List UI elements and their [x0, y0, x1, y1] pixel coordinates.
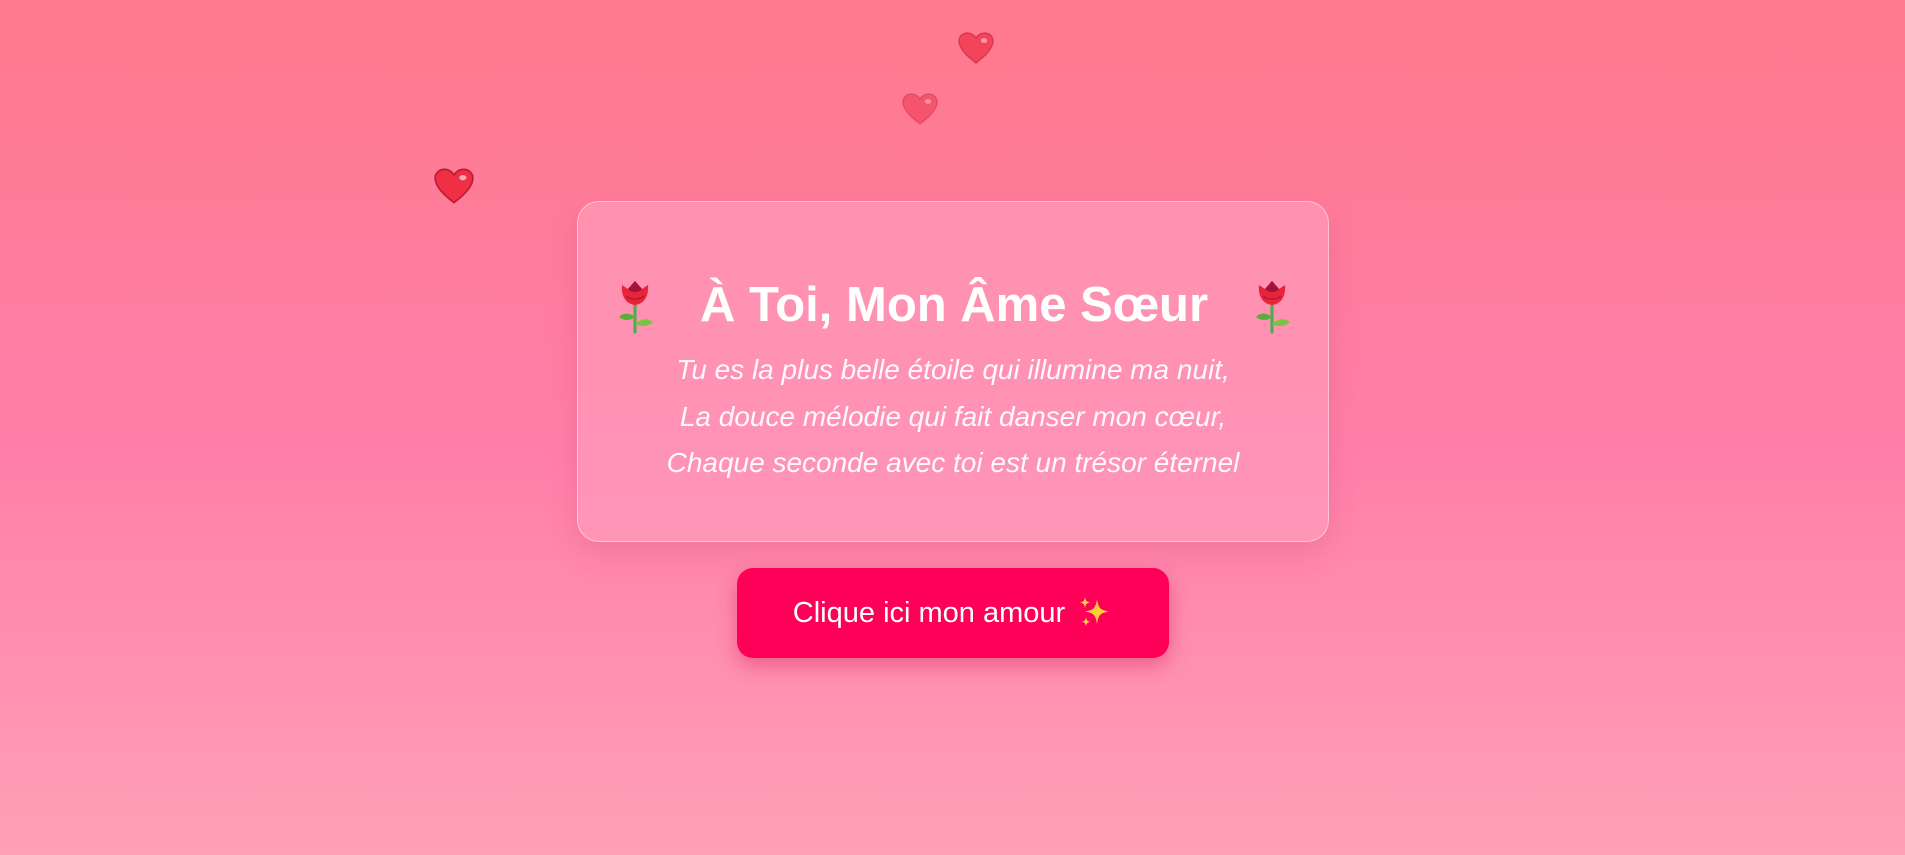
love-message-card: À Toi, Mon Âme Sœur Tu es la plus belle … [577, 201, 1329, 542]
card-title-row: À Toi, Mon Âme Sœur [578, 270, 1328, 340]
rose-icon [615, 276, 655, 336]
floating-heart-icon [958, 32, 994, 64]
sparkles-icon [1077, 595, 1113, 631]
floating-heart-icon [434, 168, 474, 204]
love-button-label: Clique ici mon amour [792, 596, 1066, 629]
floating-heart-icon [902, 93, 938, 125]
poem-line: Chaque seconde avec toi est un trésor ét… [666, 447, 1240, 478]
poem: Tu es la plus belle étoile qui illumine … [578, 347, 1328, 487]
poem-line: La douce mélodie qui fait danser mon cœu… [679, 400, 1227, 432]
love-button[interactable]: Clique ici mon amour [737, 568, 1169, 658]
card-title: À Toi, Mon Âme Sœur [699, 278, 1209, 332]
poem-line: Tu es la plus belle étoile qui illumine … [676, 354, 1230, 385]
rose-icon [1252, 276, 1292, 336]
